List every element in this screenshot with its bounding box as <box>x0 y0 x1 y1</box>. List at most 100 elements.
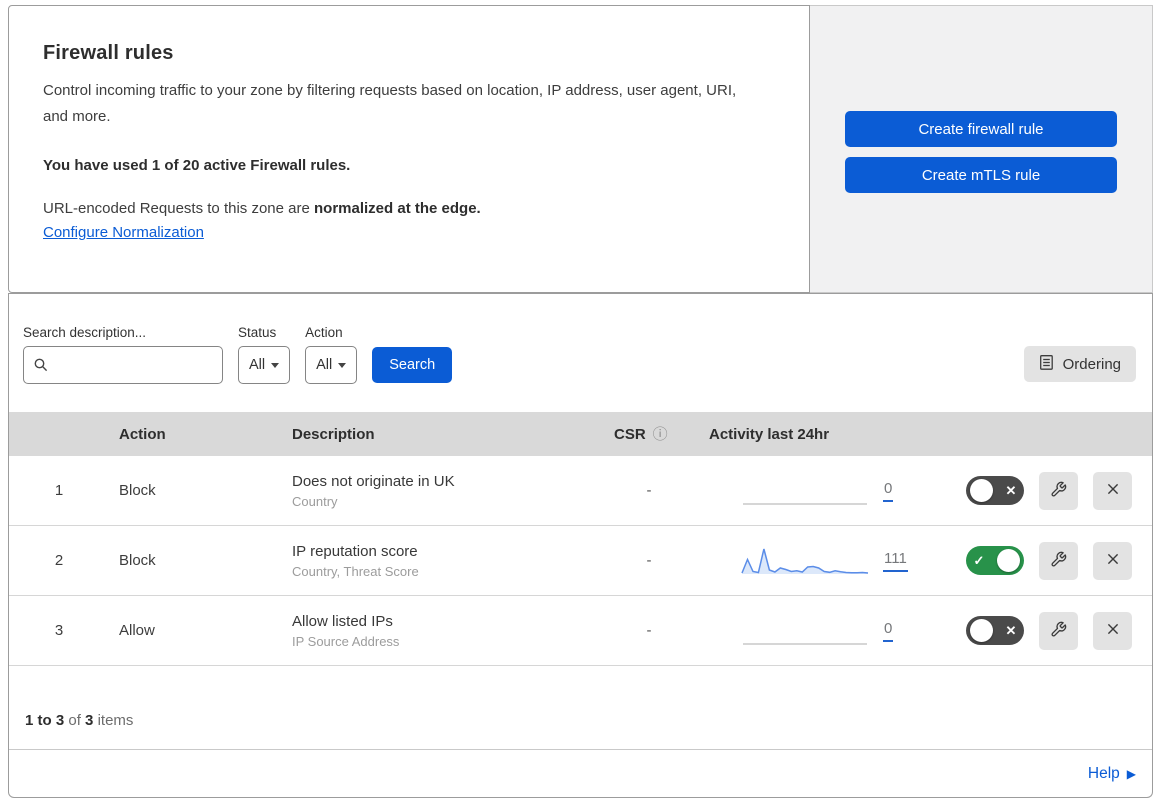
column-csr: CSR ⓘ <box>604 426 694 443</box>
edit-rule-button[interactable] <box>1039 472 1078 510</box>
rule-priority: 3 <box>9 622 109 639</box>
chevron-down-icon <box>338 363 346 368</box>
help-arrow-icon: ▶ <box>1127 767 1136 781</box>
pagination-range: 1 to 3 <box>25 712 64 729</box>
rule-priority: 1 <box>9 482 109 499</box>
rule-description-cell: Does not originate in UK Country <box>292 473 604 509</box>
ordering-list-icon <box>1039 354 1054 375</box>
edit-rule-button[interactable] <box>1039 612 1078 650</box>
activity-sparkline <box>741 545 869 577</box>
delete-rule-button[interactable] <box>1093 542 1132 580</box>
toggle-state-icon: ✕ <box>1002 483 1020 499</box>
delete-rule-button[interactable] <box>1093 472 1132 510</box>
edit-rule-button[interactable] <box>1039 542 1078 580</box>
rule-csr-value: - <box>604 622 694 639</box>
rule-csr-value: - <box>604 482 694 499</box>
rule-description-cell: Allow listed IPs IP Source Address <box>292 613 604 649</box>
search-description-label: Search description... <box>23 325 223 340</box>
action-filter-label: Action <box>305 325 357 340</box>
header-section: Firewall rules Control incoming traffic … <box>8 5 1153 293</box>
rule-description-cell: IP reputation score Country, Threat Scor… <box>292 543 604 579</box>
activity-sparkline <box>741 615 869 647</box>
rule-description: IP reputation score <box>292 543 604 560</box>
toggle-knob <box>970 619 993 642</box>
configure-normalization-link[interactable]: Configure Normalization <box>43 224 204 241</box>
rule-enabled-toggle[interactable]: ✕ <box>966 616 1024 645</box>
rule-enabled-toggle[interactable]: ✕ <box>966 476 1024 505</box>
search-icon <box>33 357 49 378</box>
page-title: Firewall rules <box>43 42 769 65</box>
activity-count-link[interactable]: 0 <box>883 480 893 502</box>
table-body: 1 Block Does not originate in UK Country… <box>9 456 1152 666</box>
wrench-icon <box>1050 481 1067 501</box>
close-icon <box>1105 551 1121 570</box>
toggle-knob <box>970 479 993 502</box>
rule-match-fields: Country, Threat Score <box>292 564 604 579</box>
rule-action: Allow <box>109 622 292 639</box>
activity-sparkline <box>741 475 869 507</box>
rule-match-fields: Country <box>292 494 604 509</box>
intro-card: Firewall rules Control incoming traffic … <box>8 5 810 293</box>
rule-controls: ✕ <box>962 612 1152 650</box>
rule-action: Block <box>109 552 292 569</box>
chevron-down-icon <box>271 363 279 368</box>
table-row: 2 Block IP reputation score Country, Thr… <box>9 526 1152 596</box>
rule-enabled-toggle[interactable]: ✓ <box>966 546 1024 575</box>
firewall-rules-page: Firewall rules Control incoming traffic … <box>0 0 1161 798</box>
info-icon[interactable]: ⓘ <box>653 427 668 442</box>
normalization-text: URL-encoded Requests to this zone are <box>43 200 314 217</box>
table-row: 1 Block Does not originate in UK Country… <box>9 456 1152 526</box>
toggle-state-icon: ✓ <box>970 553 988 569</box>
ordering-button-label: Ordering <box>1063 356 1121 373</box>
normalization-bold-text: normalized at the edge. <box>314 200 481 217</box>
status-filter-label: Status <box>238 325 290 340</box>
wrench-icon <box>1050 551 1067 571</box>
toggle-knob <box>997 549 1020 572</box>
rule-controls: ✕ <box>962 472 1152 510</box>
help-bar: Help ▶ <box>9 749 1152 797</box>
pagination-total: 3 <box>85 712 93 729</box>
pagination-items: items <box>98 712 134 729</box>
activity-count-link[interactable]: 111 <box>883 550 908 572</box>
table-row: 3 Allow Allow listed IPs IP Source Addre… <box>9 596 1152 666</box>
column-description: Description <box>292 426 604 443</box>
action-filter-value: All <box>316 357 332 373</box>
filter-bar: Search description... Status <box>9 293 1152 412</box>
ordering-button[interactable]: Ordering <box>1024 346 1136 382</box>
rule-controls: ✓ <box>962 542 1152 580</box>
rule-description: Allow listed IPs <box>292 613 604 630</box>
column-action: Action <box>109 426 292 443</box>
rule-activity-cell: 0 <box>694 475 962 507</box>
actions-panel: Create firewall rule Create mTLS rule <box>810 5 1153 293</box>
normalization-note: URL-encoded Requests to this zone are no… <box>43 200 769 217</box>
pagination-summary: 1 to 3 of 3 items <box>9 666 1152 749</box>
action-filter-select[interactable]: All <box>305 346 357 384</box>
rule-description: Does not originate in UK <box>292 473 604 490</box>
rule-action: Block <box>109 482 292 499</box>
status-filter-value: All <box>249 357 265 373</box>
wrench-icon <box>1050 621 1067 641</box>
help-link[interactable]: Help ▶ <box>1088 765 1136 783</box>
close-icon <box>1105 621 1121 640</box>
search-button[interactable]: Search <box>372 347 452 383</box>
delete-rule-button[interactable] <box>1093 612 1132 650</box>
column-csr-label: CSR <box>614 426 646 443</box>
activity-count-link[interactable]: 0 <box>883 620 893 642</box>
help-link-label: Help <box>1088 765 1120 783</box>
rules-card: Search description... Status <box>8 293 1153 798</box>
close-icon <box>1105 481 1121 500</box>
status-filter-select[interactable]: All <box>238 346 290 384</box>
pagination-of: of <box>68 712 81 729</box>
table-header-row: Action Description CSR ⓘ Activity last 2… <box>9 412 1152 456</box>
rule-csr-value: - <box>604 552 694 569</box>
create-mtls-rule-button[interactable]: Create mTLS rule <box>845 157 1117 193</box>
rule-priority: 2 <box>9 552 109 569</box>
rule-activity-cell: 111 <box>694 545 962 577</box>
usage-summary: You have used 1 of 20 active Firewall ru… <box>43 157 769 174</box>
create-firewall-rule-button[interactable]: Create firewall rule <box>845 111 1117 147</box>
search-input[interactable] <box>23 346 223 384</box>
rule-match-fields: IP Source Address <box>292 634 604 649</box>
toggle-state-icon: ✕ <box>1002 623 1020 639</box>
page-description: Control incoming traffic to your zone by… <box>43 78 763 131</box>
rule-activity-cell: 0 <box>694 615 962 647</box>
